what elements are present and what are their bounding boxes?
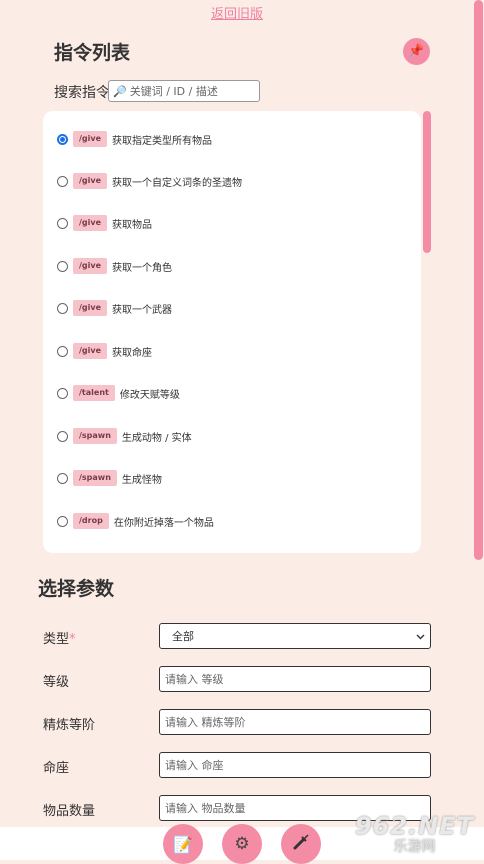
param-label: 类型*	[43, 628, 76, 647]
param-label: 等级	[43, 675, 70, 690]
radio-button[interactable]	[57, 175, 68, 187]
param-row-constellation: 命座 请输入 命座	[43, 752, 431, 778]
command-description: 获取命座	[112, 347, 153, 359]
command-tag: /give	[73, 215, 108, 231]
command-list-title: 指令列表	[54, 42, 131, 64]
tool-button[interactable]	[281, 824, 321, 864]
radio-button[interactable]	[57, 387, 68, 399]
command-description: 在你附近掉落一个物品	[113, 517, 214, 529]
required-marker: *	[69, 632, 76, 647]
radio-button[interactable]	[57, 345, 68, 357]
memo-icon: 📝	[173, 834, 193, 854]
syringe-icon	[292, 833, 310, 855]
refinement-input[interactable]: 请输入 精炼等阶	[159, 709, 431, 735]
radio-button[interactable]	[57, 217, 68, 229]
command-tag: /drop	[73, 513, 109, 529]
gear-icon: ⚙	[234, 834, 250, 854]
param-label: 命座	[43, 761, 70, 776]
param-label: 精炼等阶	[43, 718, 96, 733]
command-item[interactable]: /give 获取一个角色	[57, 256, 172, 276]
command-tag: /give	[73, 173, 108, 189]
magnifier-icon: 🔎	[113, 84, 127, 98]
command-item[interactable]: /drop 在你附近掉落一个物品	[57, 511, 214, 531]
radio-button[interactable]	[57, 260, 68, 272]
command-description: 生成动物 / 实体	[121, 432, 192, 444]
command-item[interactable]: /give 获取指定类型所有物品	[57, 129, 212, 149]
command-tag: /spawn	[73, 470, 117, 486]
constellation-input[interactable]: 请输入 命座	[159, 752, 431, 778]
command-tag: /talent	[73, 385, 115, 401]
pin-button[interactable]: 📌	[403, 38, 430, 65]
radio-button[interactable]	[57, 430, 68, 442]
param-label: 物品数量	[43, 804, 96, 819]
command-list-scrollbar[interactable]	[423, 111, 431, 253]
chevron-down-icon	[416, 630, 425, 643]
command-description: 生成怪物	[121, 474, 162, 486]
search-box[interactable]: 🔎	[108, 80, 260, 102]
command-description: 获取物品	[112, 219, 153, 231]
command-item[interactable]: /talent 修改天赋等级	[57, 383, 180, 403]
command-description: 修改天赋等级	[119, 389, 180, 401]
command-item[interactable]: /give 获取命座	[57, 341, 152, 361]
site-watermark: 962.NET 乐游网	[345, 808, 484, 860]
command-description: 获取指定类型所有物品	[112, 135, 213, 147]
level-input[interactable]: 请输入 等级	[159, 666, 431, 692]
radio-button[interactable]	[57, 472, 68, 484]
scroll-bar[interactable]	[474, 0, 483, 560]
back-to-old-version-link[interactable]: 返回旧版	[0, 3, 474, 22]
search-label: 搜索指令	[54, 85, 110, 101]
command-tag: /give	[73, 300, 108, 316]
command-tag: /spawn	[73, 428, 117, 444]
param-label-text: 类型	[43, 632, 70, 647]
command-tag: /give	[73, 343, 108, 359]
memo-button[interactable]: 📝	[163, 824, 203, 864]
command-tag: /give	[73, 258, 108, 274]
radio-button[interactable]	[57, 133, 68, 145]
command-item[interactable]: /give 获取一个武器	[57, 298, 172, 318]
watermark-bottom: 乐游网	[393, 839, 436, 855]
radio-button[interactable]	[57, 302, 68, 314]
type-select[interactable]: 全部	[159, 623, 431, 649]
params-title: 选择参数	[38, 578, 115, 600]
command-item[interactable]: /spawn 生成怪物	[57, 468, 162, 488]
settings-button[interactable]: ⚙	[222, 824, 262, 864]
command-description: 获取一个自定义词条的圣遗物	[112, 177, 243, 189]
command-description: 获取一个角色	[112, 262, 173, 274]
command-description: 获取一个武器	[112, 304, 173, 316]
command-item[interactable]: /spawn 生成动物 / 实体	[57, 426, 192, 446]
command-item[interactable]: /give 获取一个自定义词条的圣遗物	[57, 171, 242, 191]
radio-button[interactable]	[57, 515, 68, 527]
type-select-value: 全部	[172, 630, 194, 643]
param-row-refinement: 精炼等阶 请输入 精炼等阶	[43, 709, 431, 735]
search-input[interactable]	[129, 84, 258, 98]
command-item[interactable]: /give 获取物品	[57, 213, 152, 233]
param-row-type: 类型* 全部	[43, 623, 431, 649]
param-row-level: 等级 请输入 等级	[43, 666, 431, 692]
pushpin-icon: 📌	[408, 44, 425, 59]
command-tag: /give	[73, 131, 108, 147]
command-list[interactable]: /give 获取指定类型所有物品 /give 获取一个自定义词条的圣遗物 /gi…	[43, 111, 421, 553]
watermark-top: 962.NET	[354, 812, 475, 840]
